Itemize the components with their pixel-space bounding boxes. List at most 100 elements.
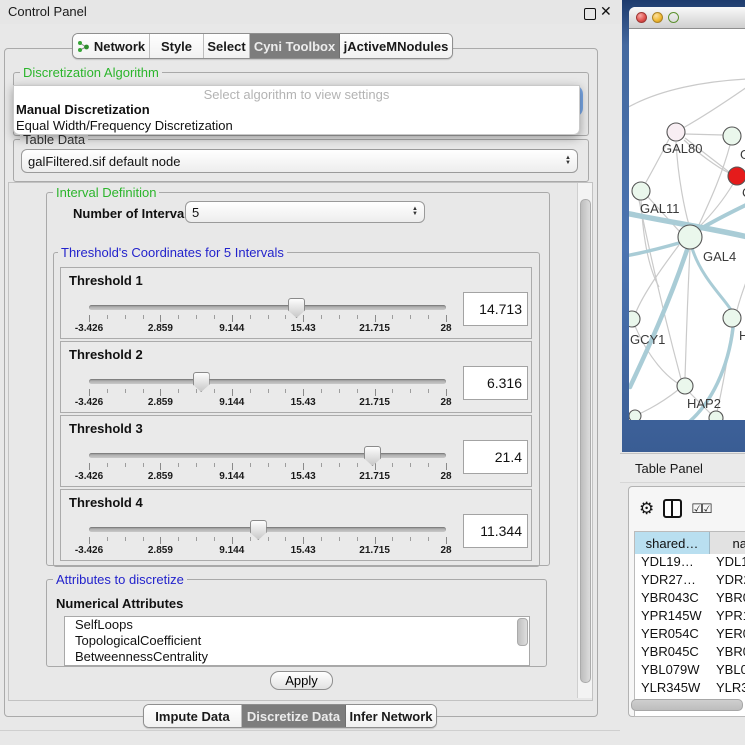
tick-mark xyxy=(428,463,429,467)
table-row[interactable]: YBL079WYBL0 xyxy=(635,662,745,680)
tick-mark xyxy=(160,315,161,322)
table-row[interactable]: YLR345WYLR3 xyxy=(635,680,745,698)
tick-mark xyxy=(125,315,126,319)
tick-label: -3.426 xyxy=(75,323,103,334)
table-row[interactable]: YER054CYER0 xyxy=(635,626,745,644)
threshold-value-field[interactable]: 11.344 xyxy=(463,514,528,548)
network-edge xyxy=(737,277,745,310)
threshold-value-field[interactable]: 21.4 xyxy=(463,440,528,474)
slider-track[interactable] xyxy=(89,453,446,458)
attribute-list-item[interactable]: TopologicalCoefficient xyxy=(65,633,529,649)
tick-mark xyxy=(143,389,144,393)
table-row[interactable]: YDR27…YDR2 xyxy=(635,572,745,590)
tab-style[interactable]: Style xyxy=(150,34,204,58)
tick-mark xyxy=(178,389,179,393)
apply-button[interactable]: Apply xyxy=(270,671,333,690)
vertical-scrollbar[interactable] xyxy=(577,183,592,698)
number-of-intervals-label: Number of Intervals xyxy=(73,206,195,221)
slider-track[interactable] xyxy=(89,527,446,532)
attribute-list-item[interactable]: SelfLoops xyxy=(65,617,529,633)
algorithm-option-equal-width[interactable]: Equal Width/Frequency Discretization xyxy=(14,118,579,134)
numerical-attributes-list[interactable]: SelfLoopsTopologicalCoefficientBetweenne… xyxy=(64,616,530,666)
cell-shared-name: YBR045C xyxy=(635,644,710,662)
table-row[interactable]: YBR045CYBR0 xyxy=(635,644,745,662)
cell-name: YLR3 xyxy=(710,680,745,698)
tick-mark xyxy=(446,463,447,470)
network-edge xyxy=(685,249,690,378)
table-row[interactable]: YBR043CYBR0 xyxy=(635,590,745,608)
tick-mark xyxy=(410,537,411,541)
tick-label: 21.715 xyxy=(359,545,390,556)
algorithm-dropdown-popup: Select algorithm to view settings Manual… xyxy=(13,85,580,135)
threshold-slider[interactable]: -3.4262.8599.14415.4321.71528 xyxy=(89,298,446,336)
network-node[interactable] xyxy=(709,411,723,420)
network-node[interactable] xyxy=(677,378,693,394)
slider-handle[interactable] xyxy=(364,446,381,466)
tab-cyni-toolbox[interactable]: Cyni Toolbox xyxy=(250,34,340,58)
tick-mark xyxy=(303,315,304,322)
column-header-shared-name[interactable]: shared… xyxy=(635,532,710,554)
tick-mark xyxy=(178,537,179,541)
tick-label: 28 xyxy=(440,471,451,482)
threshold-slider[interactable]: -3.4262.8599.14415.4321.71528 xyxy=(89,372,446,410)
threshold-slider[interactable]: -3.4262.8599.14415.4321.71528 xyxy=(89,520,446,558)
scrollbar-thumb[interactable] xyxy=(580,199,591,683)
threshold-slider[interactable]: -3.4262.8599.14415.4321.71528 xyxy=(89,446,446,484)
tab-impute-data[interactable]: Impute Data xyxy=(144,705,242,727)
tick-mark xyxy=(285,389,286,393)
gear-icon[interactable]: ⚙ xyxy=(639,500,654,517)
network-node[interactable] xyxy=(678,225,702,249)
number-of-intervals-combobox[interactable]: 5 ▲▼ xyxy=(185,201,425,223)
slider-track[interactable] xyxy=(89,305,446,310)
network-canvas[interactable]: GAL80GCGAL11GAL4GCY1HHAP2 xyxy=(629,29,745,420)
columns-icon[interactable] xyxy=(663,499,682,518)
network-window-titlebar[interactable] xyxy=(629,7,745,29)
algorithm-option-manual[interactable]: Manual Discretization xyxy=(14,102,579,118)
threshold-panel: Threshold 3-3.4262.8599.14415.4321.71528… xyxy=(60,415,532,487)
checkbox-icon[interactable]: ☑☑ xyxy=(691,502,710,515)
table-toolbar: ⚙ ☑☑ xyxy=(639,495,745,521)
network-window: GAL80GCGAL11GAL4GCY1HHAP2 xyxy=(629,7,745,420)
horizontal-scrollbar-thumb[interactable] xyxy=(631,699,743,711)
network-node[interactable] xyxy=(723,309,741,327)
table-row[interactable]: YDL19…YDL1 xyxy=(635,554,745,572)
threshold-value-field[interactable]: 14.713 xyxy=(463,292,528,326)
tick-mark xyxy=(446,537,447,544)
zoom-traffic-icon[interactable] xyxy=(668,12,679,23)
tab-discretize-data[interactable]: Discretize Data xyxy=(242,705,346,727)
tab-jactivemnodules[interactable]: jActiveMNodules xyxy=(340,34,452,58)
network-node[interactable] xyxy=(728,167,745,185)
threshold-value-field[interactable]: 6.316 xyxy=(463,366,528,400)
network-node-label: G xyxy=(740,147,745,162)
tab-select[interactable]: Select xyxy=(204,34,250,58)
tab-infer-network[interactable]: Infer Network xyxy=(346,705,436,727)
slider-handle[interactable] xyxy=(250,520,267,540)
tick-mark xyxy=(232,537,233,544)
network-node[interactable] xyxy=(629,311,640,327)
network-node[interactable] xyxy=(667,123,685,141)
tick-mark xyxy=(143,463,144,467)
network-node[interactable] xyxy=(632,182,650,200)
tick-mark xyxy=(89,537,90,544)
network-node-label: H xyxy=(739,328,745,343)
tick-mark xyxy=(410,315,411,319)
list-scrollbar-thumb[interactable] xyxy=(517,618,528,646)
tick-label: 28 xyxy=(440,323,451,334)
tick-mark xyxy=(196,463,197,467)
table-row[interactable]: YPR145WYPR1 xyxy=(635,608,745,626)
panel-divider xyxy=(0,730,620,731)
tab-network[interactable]: Network xyxy=(73,34,150,58)
network-node[interactable] xyxy=(723,127,741,145)
close-traffic-icon[interactable] xyxy=(636,12,647,23)
close-icon[interactable]: ✕ xyxy=(600,3,612,20)
column-header-name[interactable]: na xyxy=(710,532,745,554)
slider-track[interactable] xyxy=(89,379,446,384)
table-data-combobox[interactable]: galFiltered.sif default node ▲▼ xyxy=(21,149,578,173)
network-edge xyxy=(629,79,745,109)
minimize-traffic-icon[interactable] xyxy=(652,12,663,23)
cell-shared-name: YDL19… xyxy=(635,554,710,572)
tick-label: 9.144 xyxy=(219,471,244,482)
float-window-icon[interactable] xyxy=(584,8,596,20)
attribute-list-item[interactable]: BetweennessCentrality xyxy=(65,649,529,665)
network-node[interactable] xyxy=(629,410,641,420)
